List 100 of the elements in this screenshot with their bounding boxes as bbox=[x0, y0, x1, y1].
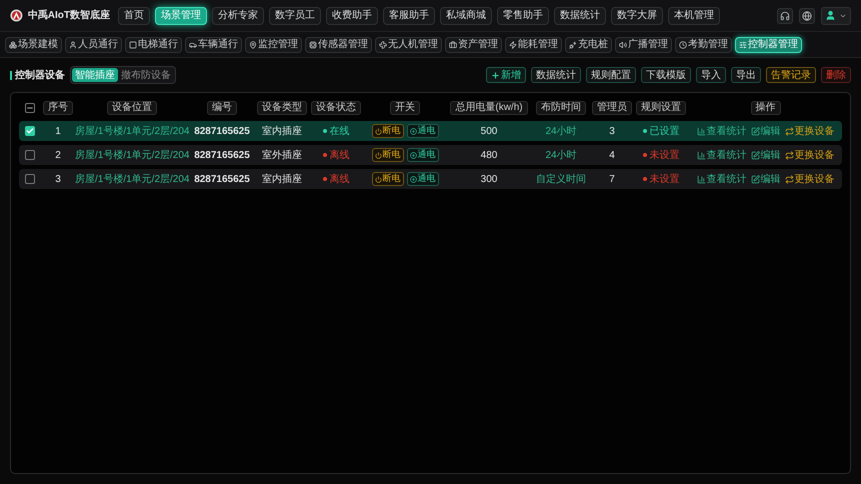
column-header: 操作 bbox=[750, 101, 780, 115]
rule-status: 未设置 bbox=[650, 148, 680, 162]
action-button[interactable]: 删除 bbox=[821, 67, 851, 83]
power-on-button[interactable]: 通电 bbox=[406, 172, 438, 186]
action-button[interactable]: 下载模版 bbox=[641, 67, 691, 83]
subnav-tab[interactable]: 场景建模 bbox=[5, 36, 62, 52]
table-row[interactable]: 3 房屋/1号楼/1单元/2层/204 8287165625 室内插座 离线 断电 通电 300 自定义时间 7 未设置 查看统计 编辑 更换设备 bbox=[19, 169, 842, 189]
logo-icon bbox=[10, 8, 23, 23]
chip-icon bbox=[309, 40, 317, 48]
subnav-tab[interactable]: 车辆通行 bbox=[185, 36, 242, 52]
action-button[interactable]: 数据统计 bbox=[531, 67, 581, 83]
swap-icon bbox=[784, 126, 794, 136]
subnav-tab[interactable]: 电梯通行 bbox=[125, 36, 182, 52]
checkbox[interactable] bbox=[25, 126, 35, 136]
subnav-tab[interactable]: 监控管理 bbox=[245, 36, 302, 52]
edit-link[interactable]: 编辑 bbox=[750, 148, 780, 162]
power-on-button[interactable]: 通电 bbox=[406, 148, 438, 162]
lightning-icon bbox=[509, 40, 517, 48]
subnav-tab[interactable]: 充电桩 bbox=[565, 36, 612, 52]
nav-tab[interactable]: 零售助手 bbox=[497, 6, 549, 24]
table-cell: 8287165625 bbox=[194, 150, 250, 160]
column-header: 规则设置 bbox=[636, 101, 686, 115]
table-cell: 3 bbox=[55, 174, 61, 184]
plus-icon bbox=[491, 70, 500, 80]
nav-tab[interactable]: 客服助手 bbox=[383, 6, 435, 24]
action-button[interactable]: 新增 bbox=[486, 67, 526, 83]
speaker-icon bbox=[619, 40, 627, 48]
action-button[interactable]: 告警记录 bbox=[766, 67, 816, 83]
action-button[interactable]: 规则配置 bbox=[586, 67, 636, 83]
power-on-button[interactable]: 通电 bbox=[406, 124, 438, 138]
headset-glyph bbox=[780, 10, 790, 20]
nav-tab[interactable]: 分析专家 bbox=[212, 6, 264, 24]
edit-link[interactable]: 编辑 bbox=[750, 124, 780, 138]
table-cell: 室内插座 bbox=[262, 126, 302, 136]
table-cell: 7 bbox=[609, 174, 615, 184]
action-button[interactable]: 导入 bbox=[696, 67, 726, 83]
boxes-icon bbox=[9, 40, 17, 48]
headset-icon[interactable] bbox=[777, 8, 793, 24]
subnav-tab[interactable]: 广播管理 bbox=[615, 36, 672, 52]
table-cell: 4 bbox=[609, 150, 615, 160]
table-cell: 室外插座 bbox=[262, 150, 302, 160]
table-cell: 2 bbox=[55, 150, 61, 160]
swap-icon bbox=[784, 150, 794, 160]
user-menu[interactable] bbox=[821, 6, 851, 24]
square-icon bbox=[129, 40, 137, 48]
nav-tab[interactable]: 本机管理 bbox=[668, 6, 720, 24]
column-header: 布防时间 bbox=[536, 101, 586, 115]
location-link[interactable]: 房屋/1号楼/1单元/2层/204 bbox=[75, 150, 190, 160]
person-icon bbox=[69, 40, 77, 48]
replace-link[interactable]: 更换设备 bbox=[784, 172, 834, 186]
power-off-button[interactable]: 断电 bbox=[372, 148, 404, 162]
replace-link[interactable]: 更换设备 bbox=[784, 124, 834, 138]
column-header: 设备状态 bbox=[311, 101, 361, 115]
subnav-tab[interactable]: 无人机管理 bbox=[375, 36, 442, 52]
table-cell: 1 bbox=[55, 126, 61, 136]
power-off-button[interactable]: 断电 bbox=[372, 172, 404, 186]
stats-link[interactable]: 查看统计 bbox=[696, 172, 746, 186]
replace-link[interactable]: 更换设备 bbox=[784, 148, 834, 162]
device-tab[interactable]: 撤布防设备 bbox=[118, 68, 174, 82]
location-link[interactable]: 房屋/1号楼/1单元/2层/204 bbox=[75, 174, 190, 184]
nav-tab[interactable]: 首页 bbox=[118, 6, 150, 24]
location-link[interactable]: 房屋/1号楼/1单元/2层/204 bbox=[75, 126, 190, 136]
subnav-tab[interactable]: 人员通行 bbox=[65, 36, 122, 52]
stats-link[interactable]: 查看统计 bbox=[696, 148, 746, 162]
stats-link[interactable]: 查看统计 bbox=[696, 124, 746, 138]
subnav-tab[interactable]: 考勤管理 bbox=[675, 36, 732, 52]
subnav-tab[interactable]: 传感器管理 bbox=[305, 36, 372, 52]
checkbox[interactable] bbox=[25, 174, 35, 184]
nav-tab[interactable]: 私域商城 bbox=[440, 6, 492, 24]
nav-tab[interactable]: 数据统计 bbox=[554, 6, 606, 24]
plus-circle-icon bbox=[410, 128, 416, 134]
edit-link[interactable]: 编辑 bbox=[750, 172, 780, 186]
globe-icon[interactable] bbox=[799, 8, 815, 24]
subnav-tab[interactable]: 控制器管理 bbox=[735, 36, 802, 52]
clock-icon bbox=[679, 40, 687, 48]
action-button[interactable]: 导出 bbox=[731, 67, 761, 83]
power-icon bbox=[374, 128, 382, 134]
title-accent bbox=[10, 70, 12, 80]
swap-icon bbox=[784, 174, 794, 184]
map-pin-icon bbox=[249, 40, 257, 48]
checkbox[interactable] bbox=[25, 103, 35, 113]
car-icon bbox=[189, 40, 197, 48]
status-text: 离线 bbox=[330, 148, 350, 162]
table-row[interactable]: 1 房屋/1号楼/1单元/2层/204 8287165625 室内插座 在线 断电 通电 500 24小时 3 已设置 查看统计 编辑 更换设备 bbox=[19, 121, 842, 141]
nav-tab[interactable]: 收费助手 bbox=[326, 6, 378, 24]
edit-icon bbox=[750, 126, 760, 136]
nav-tab[interactable]: 数字员工 bbox=[269, 6, 321, 24]
briefcase-icon bbox=[449, 40, 457, 48]
nav-tab[interactable]: 数字大屏 bbox=[611, 6, 663, 24]
subnav-tab[interactable]: 资产管理 bbox=[445, 36, 502, 52]
column-header: 管理员 bbox=[592, 101, 632, 115]
subnav-tab[interactable]: 能耗管理 bbox=[505, 36, 562, 52]
power-icon bbox=[374, 152, 382, 158]
table-row[interactable]: 2 房屋/1号楼/1单元/2层/204 8287165625 室外插座 离线 断电 通电 480 24小时 4 未设置 查看统计 编辑 更换设备 bbox=[19, 145, 842, 165]
edit-icon bbox=[750, 150, 760, 160]
page-title: 控制器设备 bbox=[15, 68, 65, 82]
table-cell: 8287165625 bbox=[194, 126, 250, 136]
power-off-button[interactable]: 断电 bbox=[372, 124, 404, 138]
checkbox[interactable] bbox=[25, 150, 35, 160]
column-header: 设备位置 bbox=[107, 101, 157, 115]
